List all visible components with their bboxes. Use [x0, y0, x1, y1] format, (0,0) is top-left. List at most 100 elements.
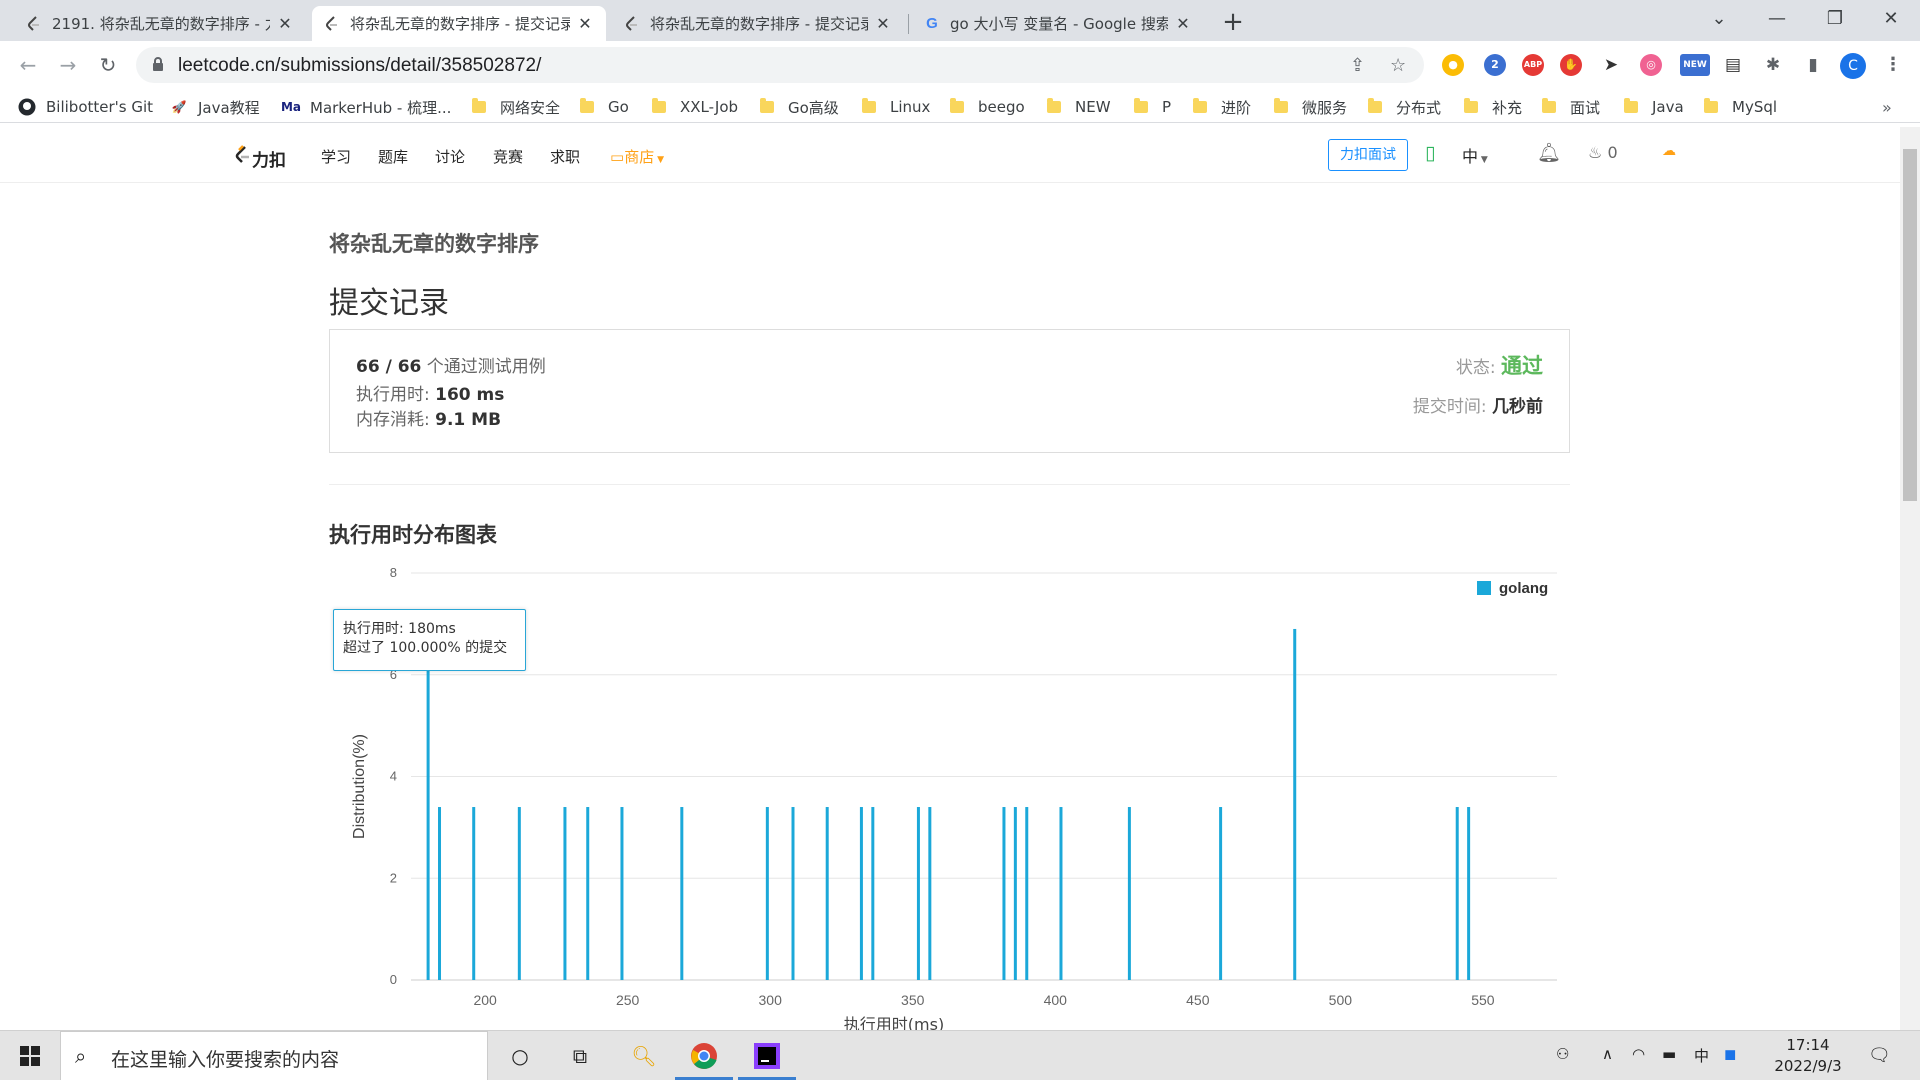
nav-discuss[interactable]: 讨论 [435, 146, 465, 167]
goland-icon[interactable] [750, 1039, 784, 1073]
tray-app-icon[interactable]: ◼ [1724, 1045, 1736, 1063]
chart-bar[interactable] [1455, 807, 1459, 980]
bookmark-folder[interactable]: Linux [862, 97, 930, 117]
taskbar-search[interactable]: ⌕ 在这里输入你要搜索的内容 [60, 1031, 488, 1080]
extension-circle-icon[interactable]: ◎ [1640, 54, 1662, 76]
menu-kebab-icon[interactable]: ⋮ [1882, 54, 1904, 76]
chart-bar[interactable] [426, 659, 430, 980]
nav-jobs[interactable]: 求职 [550, 146, 580, 167]
taskbar-clock[interactable]: 17:14 2022/9/3 [1768, 1035, 1848, 1077]
minimize-icon[interactable]: — [1748, 0, 1806, 41]
browser-tab-1[interactable]: 2191. 将杂乱无章的数字排序 - 力扣 ✕ [14, 6, 306, 41]
chart-bar[interactable] [517, 807, 521, 980]
chart-bar[interactable] [563, 807, 567, 980]
extension-new-icon[interactable]: NEW [1680, 54, 1710, 76]
extension-translate-icon[interactable]: 2 [1484, 54, 1506, 76]
taskbar-search-placeholder[interactable]: 在这里输入你要搜索的内容 [111, 1045, 339, 1072]
battery-icon[interactable]: ▬ [1662, 1045, 1676, 1063]
chart-bar[interactable] [1219, 807, 1223, 980]
bookmark-folder[interactable]: NEW [1047, 97, 1111, 117]
bookmark-star-icon[interactable]: ☆ [1390, 55, 1406, 76]
side-panel-icon[interactable]: ▮ [1802, 54, 1824, 76]
notification-bell-icon[interactable]: 🔔︎ [1537, 141, 1561, 164]
chart-bar[interactable] [1293, 628, 1297, 980]
bookmark-folder[interactable]: 网络安全 [472, 97, 560, 117]
browser-tab-2[interactable]: 将杂乱无章的数字排序 - 提交记录 ✕ [312, 6, 606, 41]
chart-bar[interactable] [472, 807, 476, 980]
forward-arrow-icon[interactable]: → [54, 51, 82, 79]
chart-bar[interactable] [825, 807, 829, 980]
chart-bar[interactable] [916, 807, 920, 980]
mobile-icon[interactable]: ▯ [1425, 142, 1435, 164]
bookmark-folder[interactable]: P [1134, 97, 1171, 117]
tray-chevron-icon[interactable]: ∧ [1602, 1045, 1613, 1063]
chart-bar[interactable] [765, 807, 769, 980]
bookmark-item[interactable]: 🚀 Java教程 [170, 97, 260, 117]
ime-indicator[interactable]: 中 [1694, 1045, 1709, 1066]
bookmark-folder[interactable]: 进阶 [1193, 97, 1251, 117]
task-view-icon[interactable]: ⧉ [563, 1039, 597, 1073]
bookmark-folder[interactable]: Go高级 [760, 97, 839, 117]
bookmark-folder[interactable]: XXL-Job [652, 97, 738, 117]
search-app-icon[interactable]: 🔍︎ [627, 1039, 661, 1073]
restore-icon[interactable]: ❐ [1806, 0, 1864, 41]
windows-start-icon[interactable] [13, 1039, 47, 1073]
extensions-puzzle-icon[interactable]: ✱ [1762, 54, 1784, 76]
chart-bar[interactable] [928, 807, 932, 980]
bookmark-folder[interactable]: Java [1624, 97, 1684, 117]
tab-close-icon[interactable]: ✕ [1174, 14, 1192, 33]
nav-learn[interactable]: 学习 [321, 146, 351, 167]
bookmark-folder[interactable]: 面试 [1542, 97, 1600, 117]
interview-button[interactable]: 力扣面试 [1328, 139, 1408, 171]
user-avatar-icon[interactable]: ☁ [1662, 143, 1676, 159]
cortana-icon[interactable]: ○ [503, 1039, 537, 1073]
leetcode-logo[interactable]: 力扣 [234, 145, 286, 172]
chart-bar[interactable] [586, 807, 590, 980]
more-bookmarks-chevron-icon[interactable]: » [1882, 97, 1892, 117]
nav-contest[interactable]: 竞赛 [493, 146, 523, 167]
bookmark-item[interactable]: Bilibotter's Git [18, 97, 153, 117]
people-icon[interactable]: ⚇ [1556, 1045, 1569, 1063]
chart-bar[interactable] [791, 807, 795, 980]
chart-bar[interactable] [1467, 807, 1471, 980]
points-counter[interactable]: ♨ 0 [1588, 143, 1618, 162]
adblock-icon[interactable]: ABP [1522, 54, 1544, 76]
reload-icon[interactable]: ↻ [94, 51, 122, 79]
bookmark-folder[interactable]: MySql [1704, 97, 1777, 117]
bookmark-item[interactable]: Ma MarkerHub - 梳理... [281, 97, 451, 117]
extension-color-icon[interactable]: ● [1442, 54, 1464, 76]
scrollbar-thumb[interactable] [1903, 149, 1917, 501]
bookmark-folder[interactable]: 分布式 [1368, 97, 1441, 117]
bookmark-folder[interactable]: 补充 [1464, 97, 1522, 117]
profile-avatar[interactable]: C [1840, 53, 1866, 79]
share-icon[interactable]: ⇪ [1350, 55, 1365, 76]
chart-bar[interactable] [1059, 807, 1063, 980]
chrome-icon[interactable] [687, 1039, 721, 1073]
chart-bar[interactable] [871, 807, 875, 980]
problem-title[interactable]: 将杂乱无章的数字排序 [329, 228, 539, 258]
notification-center-icon[interactable]: 🗨︎ [1868, 1045, 1891, 1066]
chart-bar[interactable] [438, 807, 442, 980]
back-arrow-icon[interactable]: ← [14, 51, 42, 79]
lock-icon[interactable] [152, 57, 164, 76]
browser-tab-4[interactable]: G go 大小写 变量名 - Google 搜索 ✕ [912, 6, 1204, 41]
bookmark-folder[interactable]: beego [950, 97, 1025, 117]
language-switch[interactable]: 中 ▼ [1462, 143, 1488, 167]
extension-stop-icon[interactable]: ✋ [1560, 54, 1582, 76]
url-text[interactable]: leetcode.cn/submissions/detail/358502872… [178, 55, 541, 77]
chart-bar[interactable] [1002, 807, 1006, 980]
tab-close-icon[interactable]: ✕ [576, 14, 594, 33]
chart-bar[interactable] [680, 807, 684, 980]
page-scrollbar[interactable] [1900, 127, 1920, 1030]
chart-bar[interactable] [859, 807, 863, 980]
bookmark-folder[interactable]: 微服务 [1274, 97, 1347, 117]
close-window-icon[interactable]: ✕ [1862, 0, 1920, 41]
new-tab-plus-icon[interactable]: + [1218, 8, 1248, 38]
cursor-icon[interactable]: ➤ [1600, 54, 1622, 76]
bookmark-folder[interactable]: Go [580, 97, 629, 117]
chart-bar[interactable] [1025, 807, 1029, 980]
tab-close-icon[interactable]: ✕ [276, 14, 294, 33]
chart-bar[interactable] [1127, 807, 1131, 980]
chart-bar[interactable] [1013, 807, 1017, 980]
wifi-icon[interactable]: ◠ [1632, 1045, 1645, 1063]
